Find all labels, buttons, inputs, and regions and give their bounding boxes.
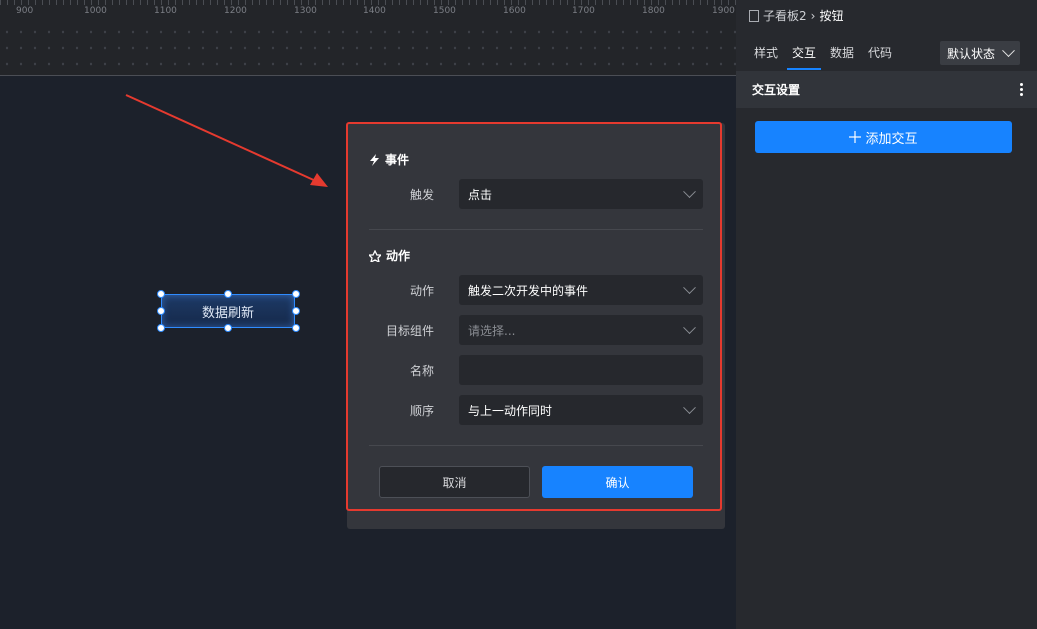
more-options-icon[interactable] [1020, 83, 1023, 96]
panel-tabs: 样式 交互 数据 代码 [754, 44, 892, 70]
chevron-down-icon [683, 280, 696, 294]
lightning-icon [370, 153, 379, 166]
tab-code[interactable]: 代码 [868, 44, 892, 70]
action-section-label: 动作 [386, 249, 411, 263]
plus-icon [849, 131, 862, 143]
order-select[interactable]: 与上一动作同时 [459, 395, 703, 425]
state-select[interactable]: 默认状态 [940, 41, 1020, 65]
event-section-label: 事件 [385, 153, 410, 167]
name-label: 名称 [409, 364, 434, 378]
cancel-button-label: 取消 [442, 475, 467, 490]
action-select[interactable]: 触发二次开发中的事件 [459, 275, 703, 305]
add-interaction-button[interactable]: 添加交互 [755, 121, 1012, 153]
section-divider [369, 229, 703, 230]
action-label: 动作 [409, 284, 434, 298]
breadcrumb: 子看板2 › 按钮 [749, 7, 843, 24]
target-component-select[interactable]: 请选择... [459, 315, 703, 345]
chevron-down-icon [683, 184, 696, 198]
add-interaction-label: 添加交互 [865, 131, 918, 147]
chevron-right-icon: › [810, 8, 816, 23]
cancel-button[interactable]: 取消 [379, 466, 530, 498]
target-component-label: 目标组件 [385, 324, 434, 338]
action-section-title: 动作 [369, 247, 410, 264]
action-icon [369, 249, 381, 262]
chevron-down-icon [1002, 43, 1015, 57]
breadcrumb-parent[interactable]: 子看板2 [763, 7, 807, 24]
event-section-title: 事件 [369, 151, 409, 168]
confirm-button[interactable]: 确认 [542, 466, 693, 498]
breadcrumb-current: 按钮 [819, 9, 844, 23]
state-select-value: 默认状态 [947, 46, 996, 61]
chevron-down-icon [683, 320, 696, 334]
trigger-value: 点击 [468, 187, 493, 202]
section-divider [369, 445, 703, 446]
chevron-down-icon [683, 400, 696, 414]
trigger-label: 触发 [409, 188, 434, 202]
name-input[interactable] [459, 355, 703, 385]
confirm-button-label: 确认 [605, 475, 630, 490]
order-value: 与上一动作同时 [468, 403, 553, 418]
tab-style[interactable]: 样式 [754, 44, 778, 70]
tab-data[interactable]: 数据 [830, 44, 854, 70]
target-component-placeholder: 请选择... [468, 323, 516, 338]
dashboard-icon [749, 9, 759, 22]
action-value: 触发二次开发中的事件 [468, 283, 589, 298]
order-label: 顺序 [409, 404, 434, 418]
tab-interaction[interactable]: 交互 [787, 44, 822, 70]
trigger-select[interactable]: 点击 [459, 179, 703, 209]
interaction-settings-header: 交互设置 [736, 71, 1037, 108]
interaction-settings-title: 交互设置 [752, 83, 801, 97]
